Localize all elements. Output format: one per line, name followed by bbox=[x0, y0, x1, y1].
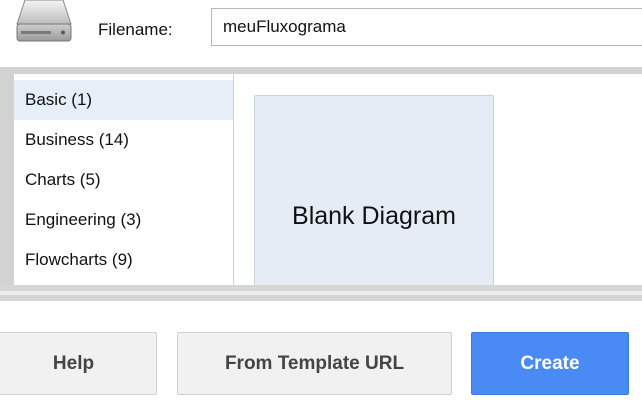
category-item-basic[interactable]: Basic (1) bbox=[14, 80, 233, 120]
template-card-label: Blank Diagram bbox=[292, 202, 456, 230]
category-item-charts[interactable]: Charts (5) bbox=[14, 160, 233, 200]
category-list: Basic (1) Business (14) Charts (5) Engin… bbox=[14, 74, 233, 285]
from-template-url-button[interactable]: From Template URL bbox=[177, 332, 452, 395]
template-panel: Basic (1) Business (14) Charts (5) Engin… bbox=[14, 74, 642, 285]
category-item-business[interactable]: Business (14) bbox=[14, 120, 233, 160]
template-grid: Blank Diagram bbox=[234, 74, 642, 285]
help-button[interactable]: Help bbox=[0, 332, 157, 395]
filename-label: Filename: bbox=[98, 20, 173, 39]
category-item-engineering[interactable]: Engineering (3) bbox=[14, 200, 233, 240]
separator-highlight bbox=[0, 291, 642, 295]
hard-drive-icon bbox=[15, 0, 73, 44]
filename-input[interactable] bbox=[211, 8, 642, 46]
create-button[interactable]: Create bbox=[471, 332, 629, 395]
template-card-blank-diagram[interactable]: Blank Diagram bbox=[254, 95, 494, 285]
category-item-flowcharts[interactable]: Flowcharts (9) bbox=[14, 240, 233, 280]
